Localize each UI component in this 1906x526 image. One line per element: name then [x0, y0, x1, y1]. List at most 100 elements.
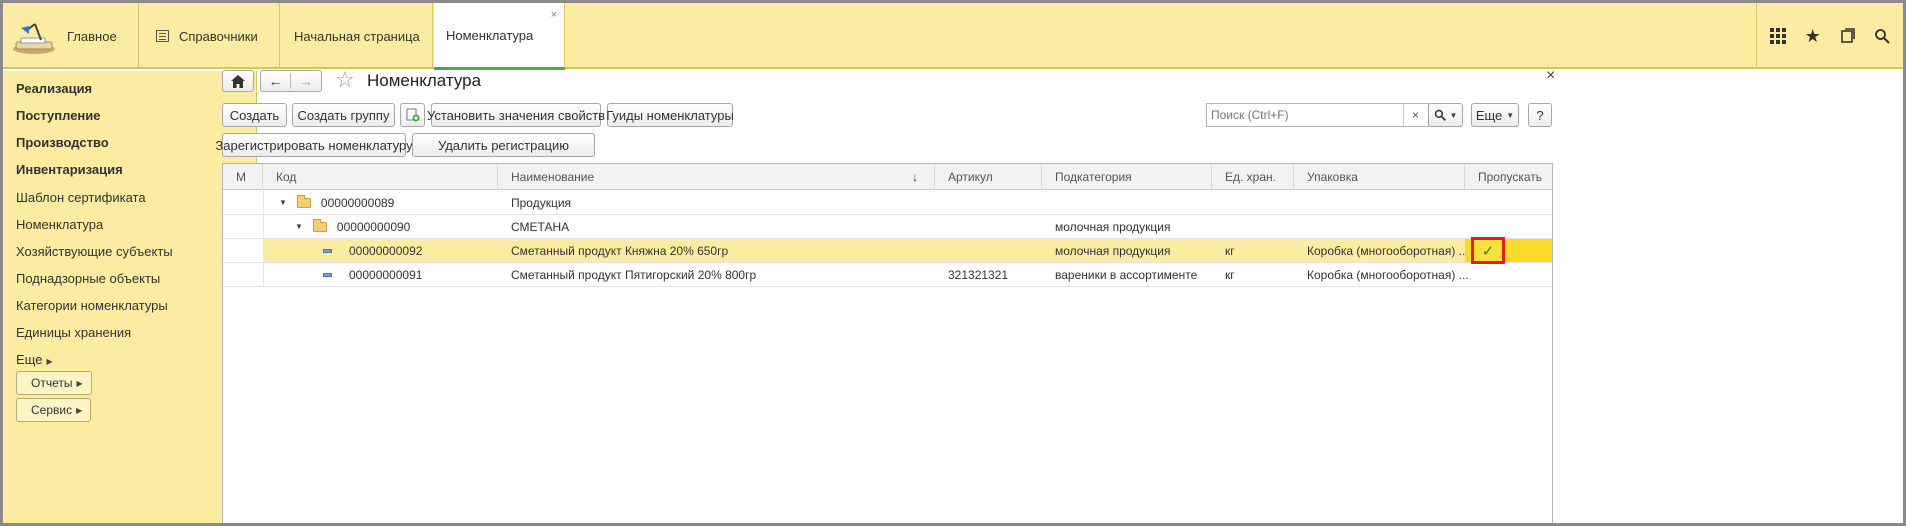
create-group-button[interactable]: Создать группу — [292, 103, 395, 127]
table-row[interactable]: 00000000091 Сметанный продукт Пятигорски… — [223, 263, 1552, 287]
sidebar-item-supervised-objects[interactable]: Поднадзорные объекты — [16, 271, 160, 286]
table-row-selected[interactable]: 00000000092 Сметанный продукт Княжна 20%… — [223, 237, 1552, 264]
caret-right-icon: ▶ — [76, 378, 83, 388]
dropdown-caret-icon: ▼ — [1506, 110, 1515, 120]
code-value: 00000000089 — [320, 195, 395, 210]
checkmark-icon: ✓ — [1481, 242, 1495, 260]
section-references[interactable]: Справочники — [140, 3, 280, 69]
more-actions-label: Еще — [1475, 107, 1503, 123]
search-options-button[interactable]: ▼ — [1428, 103, 1463, 127]
folder-icon — [296, 194, 311, 208]
tab-start-page[interactable]: Начальная страница — [282, 3, 433, 69]
column-header-unit[interactable]: Ед. хран. — [1212, 164, 1294, 190]
more-label: Еще — [16, 352, 43, 367]
skip-checkbox[interactable]: ✓ — [1471, 237, 1505, 264]
section-home[interactable]: Главное — [3, 3, 139, 69]
sidebar-item-more[interactable]: Еще ▶ — [16, 352, 53, 367]
more-actions-button[interactable]: Еще ▼ — [1471, 103, 1519, 127]
table-row[interactable]: ▼ 00000000090 СМЕТАНА молочная продукция — [223, 215, 1552, 239]
code-value: 00000000090 — [336, 219, 411, 234]
collapse-triangle-icon[interactable]: ▼ — [295, 222, 303, 231]
dropdown-caret-icon: ▼ — [1449, 110, 1458, 120]
code-value: 00000000092 — [349, 243, 423, 258]
references-section-label: Справочники — [179, 28, 258, 44]
column-divider — [263, 191, 264, 287]
home-icon — [231, 74, 245, 88]
sidebar-item-production[interactable]: Производство — [16, 135, 109, 150]
reports-button[interactable]: Отчеты ▶ — [16, 371, 92, 395]
remove-registration-button[interactable]: Удалить регистрацию — [412, 133, 595, 157]
favorite-star-icon[interactable]: ☆ — [335, 67, 355, 93]
table-row[interactable]: ▼ 00000000089 Продукция — [223, 191, 1552, 215]
package-cell: Коробка (многооборотная) ... — [1307, 243, 1469, 258]
sidebar-item-sales[interactable]: Реализация — [16, 81, 92, 96]
sidebar-item-nomenclature[interactable]: Номенклатура — [16, 217, 103, 232]
set-properties-button[interactable]: Установить значения свойств — [427, 103, 605, 127]
subcategory-cell: вареники в ассортименте — [1055, 267, 1198, 282]
name-cell: Сметанный продукт Пятигорский 20% 800гр — [511, 267, 757, 282]
tab-label: Номенклатура — [446, 27, 534, 43]
service-button[interactable]: Сервис ▶ — [16, 398, 92, 422]
home-section-label: Главное — [67, 28, 117, 44]
table-header: М Код Наименование ↓ Артикул Подкатегори… — [223, 164, 1552, 190]
desk-lamp-logo-icon — [13, 23, 55, 54]
sidebar-item-nomenclature-categories[interactable]: Категории номенклатуры — [16, 298, 168, 313]
column-header-package[interactable]: Упаковка — [1294, 164, 1465, 190]
star-icon[interactable]: ★ — [1799, 22, 1827, 50]
sidebar-item-inventory[interactable]: Инвентаризация — [16, 162, 123, 177]
register-nomenclature-button[interactable]: Зарегистрировать номенклатуру — [215, 133, 413, 157]
collapse-triangle-icon[interactable]: ▼ — [279, 198, 287, 207]
unit-cell: кг — [1225, 267, 1235, 282]
code-value: 00000000091 — [349, 267, 423, 282]
sidebar-item-business-entities[interactable]: Хозяйствующие субъекты — [16, 244, 173, 259]
article-cell: 321321321 — [948, 267, 1009, 282]
close-form-icon[interactable]: × — [1546, 67, 1555, 85]
item-icon — [323, 272, 332, 277]
column-header-code[interactable]: Код — [263, 164, 498, 190]
column-header-name[interactable]: Наименование ↓ — [498, 164, 935, 190]
folder-icon — [312, 218, 327, 232]
tab-nomenclature[interactable]: Номенклатура × — [434, 3, 565, 70]
apps-grid-icon[interactable] — [1764, 22, 1792, 50]
search-icon — [1434, 109, 1446, 121]
code-cell: 00000000091 — [323, 263, 422, 286]
subcategory-cell: молочная продукция — [1055, 243, 1171, 258]
subcategory-cell: молочная продукция — [1055, 219, 1171, 234]
sidebar-item-storage-units[interactable]: Единицы хранения — [16, 325, 131, 340]
app-window: Главное Справочники Начальная страница Н… — [3, 3, 1903, 523]
name-cell: Сметанный продукт Княжна 20% 650гр — [511, 243, 729, 258]
sidebar-item-receipts[interactable]: Поступление — [16, 108, 101, 123]
forward-arrow-icon[interactable]: → — [291, 73, 321, 89]
create-button[interactable]: Создать — [222, 103, 287, 127]
caret-right-icon: ▶ — [46, 357, 53, 366]
help-button[interactable]: ? — [1528, 103, 1552, 127]
search-input[interactable] — [1207, 104, 1403, 126]
close-tab-icon[interactable]: × — [551, 9, 557, 21]
column-header-skip[interactable]: Пропускать — [1465, 164, 1552, 190]
code-cell: ▼ 00000000089 — [279, 191, 394, 214]
reports-label: Отчеты — [31, 376, 73, 390]
column-header-mark[interactable]: М — [223, 164, 263, 190]
home-button[interactable] — [222, 70, 254, 92]
history-icon[interactable] — [1833, 22, 1861, 50]
mark-cell — [223, 239, 263, 262]
column-header-article[interactable]: Артикул — [935, 164, 1042, 190]
unit-cell: кг — [1225, 243, 1235, 258]
page-title: Номенклатура — [367, 71, 482, 90]
search-box: × — [1206, 103, 1429, 127]
column-header-subcategory[interactable]: Подкатегория — [1042, 164, 1212, 190]
name-cell: СМЕТАНА — [511, 219, 570, 234]
search-icon[interactable] — [1868, 22, 1896, 50]
back-arrow-icon[interactable]: ← — [261, 73, 291, 89]
sort-desc-icon: ↓ — [912, 170, 918, 184]
tab-label: Начальная страница — [294, 28, 420, 44]
add-copy-icon — [406, 108, 419, 122]
list-icon — [156, 30, 169, 42]
nomenclature-guids-button[interactable]: Гуиды номенклатуры — [606, 103, 734, 127]
sidebar-item-certificate-template[interactable]: Шаблон сертификата — [16, 190, 146, 205]
top-bar: Главное Справочники Начальная страница Н… — [3, 3, 1903, 70]
code-cell: ▼ 00000000090 — [295, 215, 410, 238]
service-label: Сервис — [31, 403, 73, 417]
search-clear-icon[interactable]: × — [1403, 104, 1427, 126]
copy-button[interactable] — [400, 103, 425, 127]
